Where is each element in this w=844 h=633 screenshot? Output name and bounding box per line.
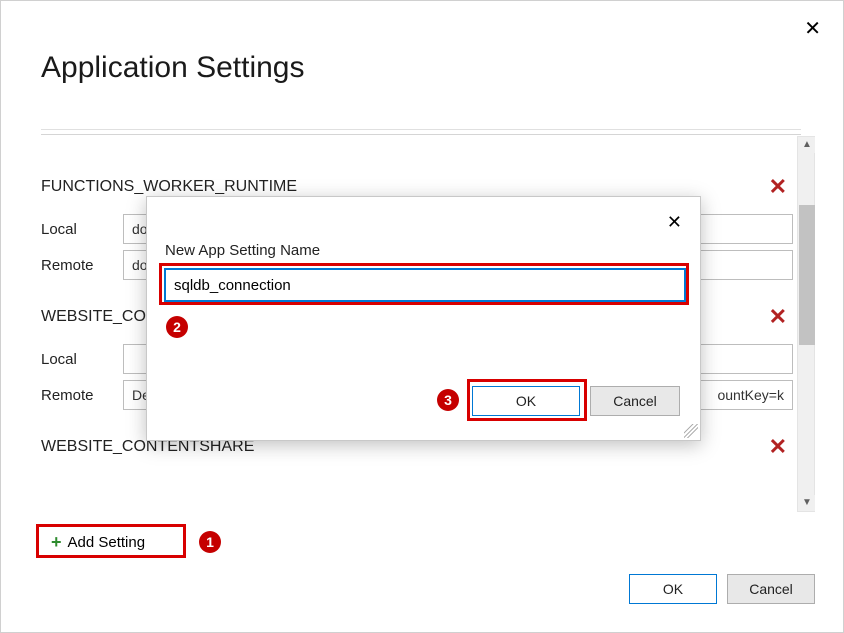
add-setting-button[interactable]: + Add Setting [41,527,155,557]
delete-setting-icon[interactable]: ✕ [763,434,793,460]
new-setting-name-input[interactable] [165,269,685,301]
callout-badge-1: 1 [199,531,221,553]
delete-setting-icon[interactable]: ✕ [763,174,793,200]
field-label-local: Local [41,221,111,238]
inner-cancel-button[interactable]: Cancel [590,386,680,416]
new-setting-label: New App Setting Name [165,242,320,259]
field-label-remote: Remote [41,257,111,274]
dialog-close-icon[interactable]: ✕ [667,212,682,233]
cancel-button[interactable]: Cancel [727,574,815,604]
plus-icon: + [51,533,62,551]
ok-button[interactable]: OK [629,574,717,604]
field-label-local: Local [41,351,111,368]
page-title: Application Settings [41,51,843,85]
divider [41,129,801,135]
scrollbar[interactable]: ▲ ▼ [797,136,815,512]
field-label-remote: Remote [41,387,111,404]
setting-name: FUNCTIONS_WORKER_RUNTIME [41,179,297,195]
remote-value-suffix: ountKey=k [717,381,784,409]
add-setting-label: Add Setting [68,534,146,551]
new-setting-dialog: ✕ New App Setting Name OK Cancel [146,196,701,441]
scroll-down-icon[interactable]: ▼ [799,495,815,511]
close-icon[interactable]: ✕ [804,16,821,41]
setting-name: WEBSITE_CON [41,309,157,325]
dialog-button-row: OK Cancel [629,574,815,604]
scroll-up-icon[interactable]: ▲ [799,137,815,153]
resize-grip-icon[interactable] [684,424,698,438]
scroll-thumb[interactable] [799,205,815,345]
setting-name: WEBSITE_CONTENTSHARE [41,439,254,455]
delete-setting-icon[interactable]: ✕ [763,304,793,330]
inner-button-row: OK Cancel [472,386,680,416]
inner-ok-button[interactable]: OK [472,386,580,416]
